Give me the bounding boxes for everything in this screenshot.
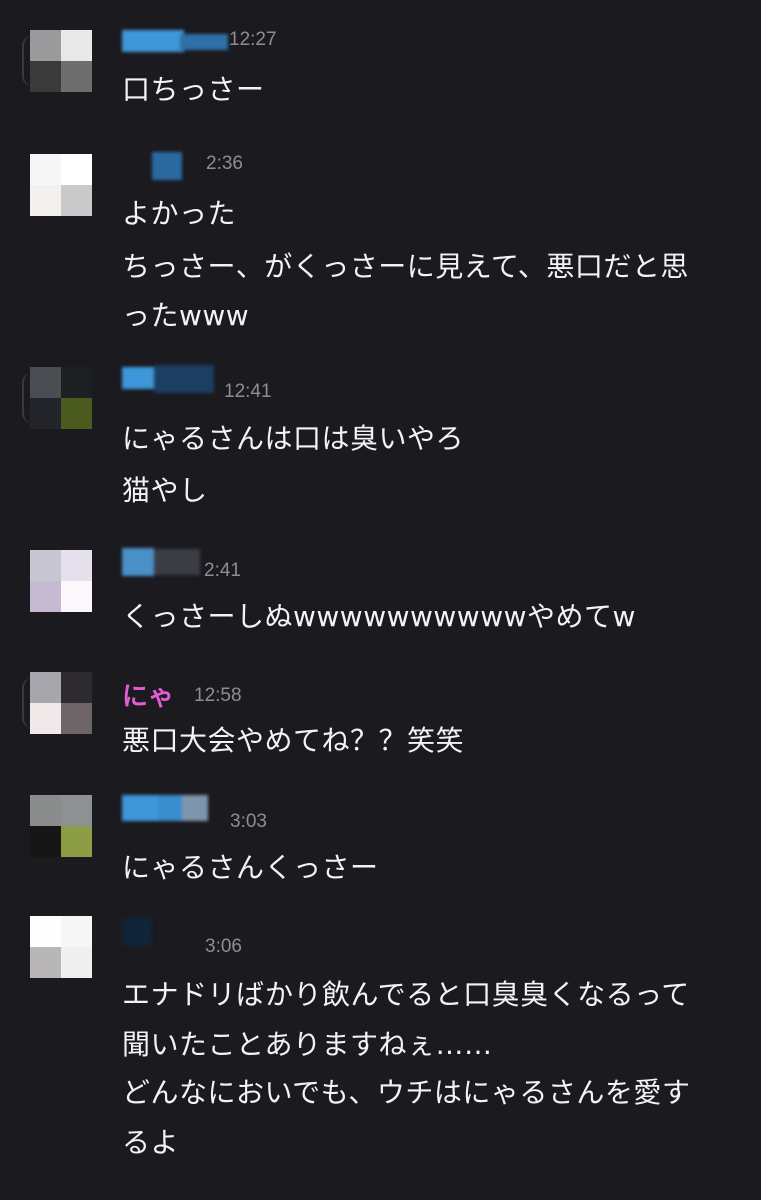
avatar-pixel [61,703,92,734]
message-text: 悪口大会やめてね？？笑笑 [122,724,465,757]
avatar-pixel [61,916,92,947]
avatar-pixel [30,154,61,185]
avatar-pixel [61,185,92,216]
message-timestamp: 2:36 [206,153,243,174]
message-text: にゃるさんは口は臭いやろ [122,422,465,455]
message-timestamp: 2:41 [204,560,241,581]
avatar-pixel [61,398,92,429]
avatar[interactable] [30,367,92,429]
message-text: 猫やし [122,474,208,507]
avatar-pixel [30,367,61,398]
avatar[interactable] [30,916,92,978]
avatar-pixel [30,672,61,703]
username-redacted[interactable] [122,795,222,821]
message-timestamp: 3:03 [230,811,267,832]
message-text: ちっさー、がくっさーに見えて、悪口だと思 [122,250,689,283]
avatar-pixel [61,154,92,185]
avatar-pixel [30,30,61,61]
avatar-pixel [61,672,92,703]
username-redacted[interactable] [122,548,202,576]
message-text: エナドリばかり飲んでると口臭臭くなるって [122,978,690,1011]
avatar-pixel [61,550,92,581]
avatar-pixel [30,916,61,947]
avatar[interactable] [30,550,92,612]
avatar[interactable] [30,30,92,92]
username-redacted[interactable] [122,916,162,946]
message-timestamp: 3:06 [205,936,242,957]
avatar-pixel [30,581,61,612]
avatar[interactable] [30,795,92,857]
username-redacted[interactable] [122,30,228,52]
avatar[interactable] [30,154,92,216]
message-timestamp: 12:41 [224,381,272,402]
avatar-pixel [61,795,92,826]
avatar-pixel [61,61,92,92]
message-text: ったwww [122,299,250,332]
message-text: にゃるさんくっさー [122,851,379,884]
avatar-pixel [61,581,92,612]
message-text: どんなにおいでも、ウチはにゃるさんを愛す [122,1076,691,1109]
avatar-pixel [30,398,61,429]
avatar-pixel [30,826,61,857]
avatar-pixel [30,703,61,734]
message-timestamp: 12:58 [194,685,242,706]
avatar[interactable] [30,672,92,734]
avatar-pixel [30,947,61,978]
message-timestamp: 12:27 [229,29,277,50]
username-redacted[interactable] [152,152,204,180]
avatar-pixel [61,367,92,398]
message-text: よかった [122,197,237,230]
avatar-pixel [30,550,61,581]
avatar-pixel [61,947,92,978]
message-text: 聞いたことありますねぇ…… [122,1028,493,1061]
avatar-pixel [61,826,92,857]
avatar-pixel [30,795,61,826]
message-text: くっさーしぬwwwwwwwwwwやめてw [122,600,636,633]
username-redacted[interactable] [122,365,216,393]
avatar-pixel [30,185,61,216]
message-text: 口ちっさー [122,73,265,106]
username[interactable]: にゃ [122,676,174,713]
avatar-pixel [30,61,61,92]
message-text: るよ [122,1126,180,1159]
avatar-pixel [61,30,92,61]
